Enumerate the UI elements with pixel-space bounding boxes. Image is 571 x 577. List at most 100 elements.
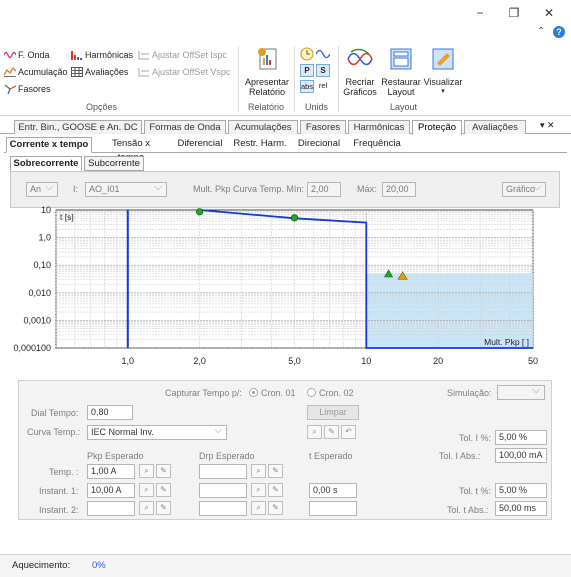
restaurar-layout-button[interactable]: Restaurar Layout (380, 46, 422, 97)
mult-max-input[interactable]: 20,00 (382, 182, 416, 197)
wave-toggle[interactable] (315, 47, 331, 64)
collapse-ribbon-icon[interactable]: ⌃ (537, 26, 545, 37)
tol-t-pct-label: Tol. t %: (459, 486, 492, 496)
x-tick-label: 50 (528, 356, 538, 366)
primary-units-toggle[interactable]: P (300, 64, 314, 77)
status-value: 0% (92, 560, 106, 571)
recriar-graficos-button[interactable]: Recriar Gráficos (340, 46, 380, 97)
tab-direcional[interactable]: Direcional (294, 137, 344, 152)
temp-drp-input[interactable] (199, 464, 247, 479)
group-separator (338, 46, 339, 112)
inst2-label: Instant. 2: (39, 505, 79, 515)
tab-restr-harm[interactable]: Restr. Harm. (232, 137, 288, 152)
mult-min-input[interactable]: 2,00 (307, 182, 341, 197)
cron1-radio[interactable]: Cron. 01 (249, 388, 296, 398)
tab-corrente-x-tempo[interactable]: Corrente x tempo (6, 137, 92, 153)
chevron-down-icon: ▾ (441, 88, 445, 95)
simulacao-select[interactable] (497, 385, 545, 400)
tab-fasores[interactable]: Fasores (300, 120, 346, 134)
recreate-chart-icon (347, 48, 373, 66)
clock-toggle[interactable] (300, 47, 314, 64)
rel-units-toggle[interactable]: rel (316, 80, 330, 93)
pick-icon[interactable]: ✎ (268, 501, 283, 515)
tab-tensao-x-tempo[interactable]: Tensão x tempo (98, 137, 164, 163)
mult-min-label: Mult. Pkp Curva Temp. Mín: (193, 184, 304, 194)
tab-pin-close-icon[interactable]: ▾ ✕ (540, 120, 555, 131)
y-tick-label: 0,0010 (23, 315, 51, 325)
mode-select[interactable]: An (26, 182, 58, 197)
ribbon-avaliacoes-button[interactable]: Avaliações (71, 67, 128, 77)
radio-icon (307, 388, 316, 397)
inst1-t-input[interactable]: 0,00 s (309, 483, 357, 498)
pick-icon[interactable]: ✎ (156, 501, 171, 515)
zoom-icon[interactable]: ⌕ (139, 483, 154, 497)
tab-sobrecorrente[interactable]: Sobrecorrente (10, 156, 82, 171)
abs-units-toggle[interactable]: abs (300, 80, 314, 93)
zoom-icon[interactable]: ⌕ (251, 464, 266, 478)
view-select[interactable]: Gráfico (502, 182, 546, 197)
pick-icon[interactable]: ✎ (156, 483, 171, 497)
tol-i-abs-input[interactable]: 100,00 mA (495, 448, 547, 463)
inst1-pkp-input[interactable]: 10,00 A (87, 483, 135, 498)
visualizar-dropdown[interactable]: Visualizar ▾ (422, 46, 464, 97)
tab-avaliacoes[interactable]: Avaliações (464, 120, 526, 134)
x-tick-label: 5,0 (288, 356, 301, 366)
pick-icon[interactable]: ✎ (156, 464, 171, 478)
inst2-drp-input[interactable] (199, 501, 247, 516)
dial-input[interactable]: 0,80 (87, 405, 133, 420)
ribbon-offset-ispc-button[interactable]: Ajustar OffSet Ispc (138, 50, 227, 60)
pick-icon[interactable]: ✎ (268, 464, 283, 478)
tab-diferencial[interactable]: Diferencial (172, 137, 228, 152)
y-tick-label: 0,010 (28, 288, 51, 298)
current-time-chart[interactable]: 10 1,0 0,10 0,010 0,0010 0,000100 1,0 2,0 5,0 10 2… (0, 204, 571, 377)
help-icon[interactable]: ? (553, 26, 565, 38)
ribbon-acumulacao-button[interactable]: Acumulação (4, 67, 68, 77)
view-icon (432, 48, 454, 70)
group-label-relatorio: Relatório (248, 102, 285, 112)
temp-pkp-input[interactable]: 1,00 A (87, 464, 135, 479)
tab-formas-de-onda[interactable]: Formas de Onda (144, 120, 226, 134)
zoom-icon[interactable]: ⌕ (251, 483, 266, 497)
zoom-icon[interactable]: ⌕ (251, 501, 266, 515)
secondary-units-toggle[interactable]: S (316, 64, 330, 77)
temp-label: Temp. : (49, 467, 79, 477)
tab-harmonicas[interactable]: Harmônicas (348, 120, 410, 134)
ribbon-offset-vspc-button[interactable]: Ajustar OffSet Vspc (138, 67, 230, 77)
undo-icon[interactable]: ↶ (341, 425, 356, 439)
tab-subcorrente[interactable]: Subcorrente (84, 156, 144, 171)
inst2-t-input[interactable] (309, 501, 357, 516)
curva-select[interactable]: IEC Normal Inv. (87, 425, 227, 440)
tab-acumulacoes[interactable]: Acumulações (228, 120, 298, 134)
channel-select[interactable]: AO_I01 (85, 182, 167, 197)
tol-t-pct-input[interactable]: 5,00 % (495, 483, 547, 498)
bar-chart-icon (71, 51, 82, 60)
cron2-radio[interactable]: Cron. 02 (307, 388, 354, 398)
radio-icon (249, 388, 258, 397)
group-separator (294, 46, 295, 112)
ribbon-fonda-button[interactable]: F. Onda (4, 50, 50, 60)
limpar-button[interactable]: Limpar (307, 405, 359, 420)
minimize-button[interactable]: − (472, 5, 488, 21)
layout-icon (390, 48, 412, 70)
curve-marker (195, 208, 204, 216)
close-button[interactable]: ✕ (541, 5, 557, 21)
tab-entr-bin[interactable]: Entr. Bin., GOOSE e An. DC (14, 120, 142, 134)
tab-protecao[interactable]: Proteção (412, 120, 462, 135)
status-label: Aquecimento: (12, 560, 71, 571)
group-separator (238, 46, 239, 112)
sub-tab-strip: Corrente x tempo Tensão x tempo Diferenc… (4, 137, 567, 163)
apresentar-relatorio-button[interactable]: Apresentar Relatório (243, 46, 291, 97)
tol-i-pct-input[interactable]: 5,00 % (495, 430, 547, 445)
ribbon-harmonicas-button[interactable]: Harmônicas (71, 50, 133, 60)
pick-icon[interactable]: ✎ (268, 483, 283, 497)
inst2-pkp-input[interactable] (87, 501, 135, 516)
pick-icon[interactable]: ✎ (324, 425, 339, 439)
tab-frequencia[interactable]: Frequência (350, 137, 404, 152)
zoom-icon[interactable]: ⌕ (139, 464, 154, 478)
ribbon-fasores-button[interactable]: Fasores (4, 84, 51, 94)
inst1-drp-input[interactable] (199, 483, 247, 498)
tol-t-abs-input[interactable]: 50,00 ms (495, 501, 547, 516)
zoom-icon[interactable]: ⌕ (307, 425, 322, 439)
restore-button[interactable]: ❐ (506, 5, 522, 21)
zoom-icon[interactable]: ⌕ (139, 501, 154, 515)
